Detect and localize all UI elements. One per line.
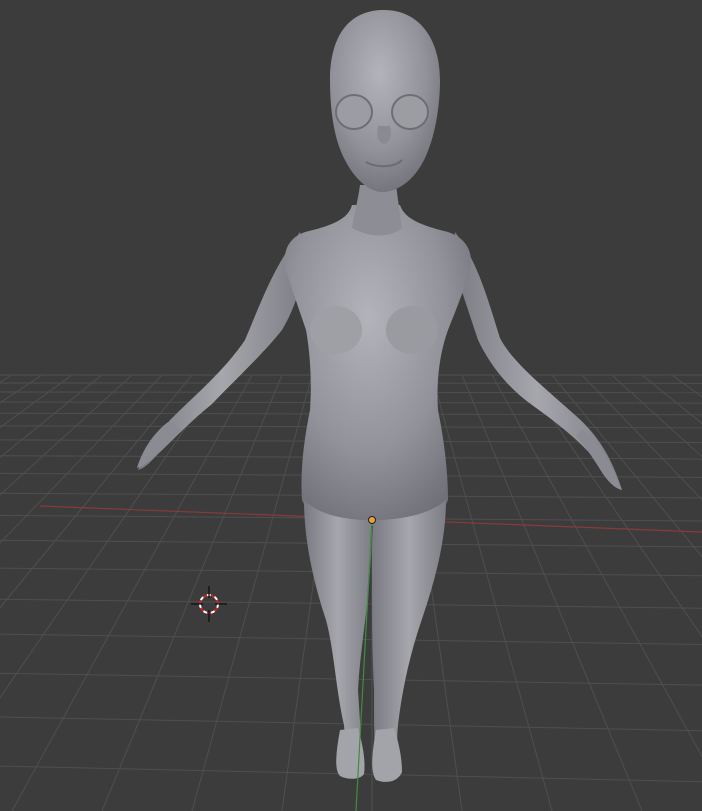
viewport-canvas[interactable] bbox=[0, 0, 702, 811]
left-breast bbox=[310, 306, 362, 354]
grid-line bbox=[431, 374, 553, 811]
grid-line bbox=[551, 374, 702, 558]
humanoid-mesh[interactable] bbox=[137, 10, 622, 782]
grid-line bbox=[671, 374, 702, 398]
right-eye bbox=[391, 94, 429, 130]
3d-viewport[interactable] bbox=[0, 0, 702, 811]
left-hand bbox=[137, 422, 182, 468]
right-foot bbox=[372, 728, 402, 782]
left-leg bbox=[304, 500, 372, 774]
right-breast bbox=[386, 306, 438, 354]
grid-line bbox=[611, 374, 702, 458]
grid-line bbox=[461, 374, 643, 811]
left-eye bbox=[335, 94, 373, 130]
neck bbox=[352, 185, 402, 236]
origin-dot-icon[interactable] bbox=[368, 516, 376, 524]
3d-cursor-icon[interactable] bbox=[191, 586, 227, 622]
torso bbox=[284, 205, 472, 526]
right-hand bbox=[576, 430, 622, 490]
